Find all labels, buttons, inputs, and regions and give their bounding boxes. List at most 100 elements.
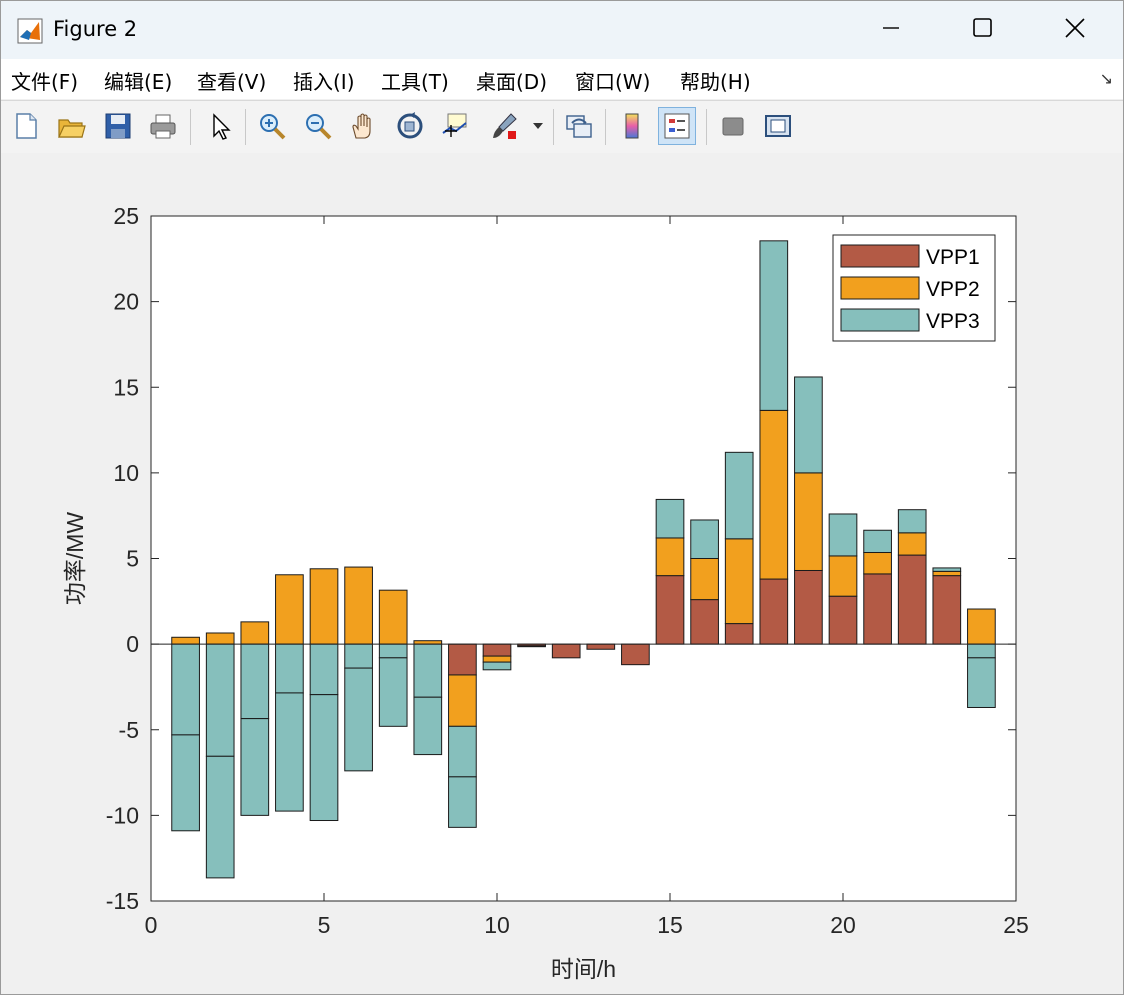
bar-segment-extra xyxy=(275,692,304,812)
bar-segment-vpp2 xyxy=(309,568,339,645)
bar-segment-extra xyxy=(240,718,270,816)
figure-toolbar xyxy=(1,100,1123,154)
bar-segment-extra xyxy=(309,694,339,822)
bar-segment-vpp3 xyxy=(378,643,408,659)
bar-segment-vpp2 xyxy=(240,621,270,645)
bar-segment-vpp3 xyxy=(482,661,512,671)
bar-segment-vpp3 xyxy=(517,645,546,648)
pan-hand-icon[interactable] xyxy=(344,107,382,145)
bar-segment-vpp3 xyxy=(309,643,339,696)
bar-segment-vpp2 xyxy=(863,552,892,575)
menu-window[interactable]: 窗口(W) xyxy=(575,66,650,95)
zoom-in-icon[interactable] xyxy=(253,107,291,145)
x-tick-label: 25 xyxy=(1003,912,1029,938)
bar-segment-extra xyxy=(205,755,235,879)
rotate-3d-icon[interactable] xyxy=(391,107,429,145)
menu-insert[interactable]: 插入(I) xyxy=(293,66,355,95)
bar-chart[interactable]: 0 5 10 15 20 25 -15 -10 -5 0 5 10 15 20 25 时间/h 功率/MW VPP… xyxy=(1,153,1123,994)
bar-segment-vpp2 xyxy=(828,555,858,597)
bar-segment-vpp1 xyxy=(863,573,892,645)
data-cursor-icon[interactable] xyxy=(436,107,474,145)
dock-arrow-icon[interactable]: ↘ xyxy=(1100,69,1113,88)
bar-segment-vpp3 xyxy=(448,725,477,778)
bar-segment-vpp3 xyxy=(759,240,789,411)
brush-dropdown-icon[interactable] xyxy=(527,107,549,145)
bar-segment-vpp2 xyxy=(344,566,373,645)
bar-segment-vpp2 xyxy=(967,608,996,645)
bar-segment-vpp1 xyxy=(932,575,962,645)
hide-plot-tools-icon[interactable] xyxy=(714,107,752,145)
y-tick-label: 5 xyxy=(126,546,139,572)
menu-file[interactable]: 文件(F) xyxy=(11,66,78,95)
bar-segment-vpp3 xyxy=(932,567,962,572)
bar-segment-vpp3 xyxy=(655,498,685,539)
matlab-logo-icon xyxy=(17,18,43,48)
legend-icon[interactable] xyxy=(658,107,696,145)
close-button[interactable] xyxy=(1029,1,1121,59)
bar-segment-vpp1 xyxy=(621,643,650,666)
bar-segment-vpp2 xyxy=(171,636,200,645)
bar-segment-vpp3 xyxy=(240,643,270,720)
toolbar-separator xyxy=(190,109,191,145)
bar-segment-vpp3 xyxy=(967,643,996,659)
print-icon[interactable] xyxy=(144,107,182,145)
bar-segment-vpp2 xyxy=(413,640,443,645)
bar-segment-vpp1 xyxy=(794,569,823,645)
bar-segment-vpp3 xyxy=(863,529,892,554)
bar-segment-vpp2 xyxy=(275,574,304,645)
legend-label-vpp2: VPP2 xyxy=(926,278,980,301)
menu-view[interactable]: 查看(V) xyxy=(197,66,266,95)
y-axis-label: 功率/MW xyxy=(62,512,88,606)
toolbar-separator xyxy=(706,109,707,145)
colorbar-icon[interactable] xyxy=(613,107,651,145)
window-title: Figure 2 xyxy=(53,17,138,41)
bar-segment-vpp3 xyxy=(171,643,200,736)
bar-segment-vpp1 xyxy=(482,643,512,657)
y-tick-label: 20 xyxy=(113,289,139,315)
minimize-button[interactable] xyxy=(845,1,937,59)
menu-desktop[interactable]: 桌面(D) xyxy=(476,66,547,95)
bar-segment-vpp2 xyxy=(205,632,235,645)
minimize-icon xyxy=(881,18,901,42)
x-tick-label: 0 xyxy=(145,912,158,938)
maximize-icon xyxy=(972,17,994,43)
menu-tools[interactable]: 工具(T) xyxy=(381,66,449,95)
bar-segment-extra xyxy=(378,657,408,727)
bar-segment-vpp3 xyxy=(205,643,235,757)
bar-segment-vpp1 xyxy=(828,595,858,645)
figure-window: Figure 2 文件(F) 编辑(E) 查看(V) 插入(I) 工具(T) 桌… xyxy=(0,0,1124,995)
toolbar-separator xyxy=(605,109,606,145)
open-file-icon[interactable] xyxy=(52,107,90,145)
menu-edit[interactable]: 编辑(E) xyxy=(104,66,172,95)
bar-segment-vpp3 xyxy=(275,643,304,694)
link-plot-icon[interactable] xyxy=(560,107,598,145)
bar-segment-vpp3 xyxy=(828,513,858,557)
show-plot-tools-icon[interactable] xyxy=(759,107,797,145)
bar-segment-vpp3 xyxy=(413,643,443,698)
y-tick-label: -5 xyxy=(119,717,139,743)
select-arrow-icon[interactable] xyxy=(201,107,239,145)
bar-segment-vpp1 xyxy=(655,575,685,645)
y-tick-label: 15 xyxy=(113,374,139,400)
toolbar-separator xyxy=(553,109,554,145)
menu-help[interactable]: 帮助(H) xyxy=(680,66,751,95)
zoom-out-icon[interactable] xyxy=(299,107,337,145)
bar-segment-vpp2 xyxy=(794,472,823,571)
bar-segment-vpp3 xyxy=(690,519,719,559)
bar-segment-vpp2 xyxy=(690,558,719,601)
x-axis-label: 时间/h xyxy=(551,956,616,982)
bar-segment-vpp2 xyxy=(378,589,408,645)
bar-segment-vpp2 xyxy=(897,532,927,556)
bar-segment-extra xyxy=(448,776,477,828)
bar-segment-vpp1 xyxy=(759,578,789,645)
bar-segment-vpp1 xyxy=(897,554,927,645)
figure-canvas: 0 5 10 15 20 25 -15 -10 -5 0 5 10 15 20 25 时间/h 功率/MW VPP… xyxy=(1,153,1123,994)
legend-swatch-vpp1 xyxy=(840,244,920,268)
brush-icon[interactable] xyxy=(485,107,523,145)
save-icon[interactable] xyxy=(99,107,137,145)
bar-segment-vpp2 xyxy=(932,570,962,577)
maximize-button[interactable] xyxy=(937,1,1029,59)
bar-segment-vpp1 xyxy=(724,623,754,645)
new-figure-icon[interactable] xyxy=(7,107,45,145)
x-tick-label: 5 xyxy=(318,912,331,938)
